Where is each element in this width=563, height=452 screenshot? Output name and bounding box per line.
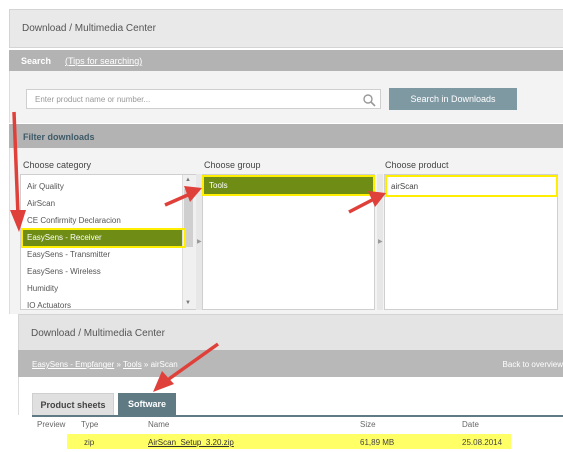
breadcrumb-link-group[interactable]: Tools	[123, 360, 142, 369]
page-title: Download / Multimedia Center	[22, 23, 156, 34]
file-size: 61,89 MB	[360, 438, 395, 447]
column-header-name: Name	[148, 420, 170, 429]
detail-header: Download / Multimedia Center	[18, 314, 563, 352]
filter-downloads-title: Filter downloads	[23, 132, 95, 142]
download-center-header: Download / Multimedia Center	[9, 9, 563, 48]
breadcrumb-separator: »	[114, 360, 124, 369]
detail-title: Download / Multimedia Center	[31, 328, 165, 339]
file-download-link[interactable]: AirScan_Setup_3.20.zip	[148, 438, 234, 447]
search-label: Search	[21, 56, 52, 66]
highlight-category	[21, 228, 186, 248]
search-input[interactable]	[26, 89, 381, 109]
category-item-easysens-transmitter[interactable]: EasySens - Transmitter	[27, 250, 110, 259]
category-item-airscan[interactable]: AirScan	[27, 199, 55, 208]
file-date: 25.08.2014	[462, 438, 503, 447]
tips-for-searching-link[interactable]: (Tips for searching)	[65, 56, 142, 66]
breadcrumb-current: airScan	[150, 360, 178, 369]
filter-downloads-bar: Filter downloads	[9, 124, 563, 148]
highlight-product	[385, 175, 558, 197]
category-item-io-actuators[interactable]: IO Actuators	[27, 301, 71, 309]
breadcrumb-bar: EasySens - Empfanger » Tools » airScan B…	[18, 350, 563, 377]
chevron-right-icon: ▶	[197, 239, 202, 245]
breadcrumb-separator: »	[141, 360, 151, 369]
scroll-down-icon[interactable]: ▼	[185, 300, 191, 306]
table-row[interactable]	[67, 434, 511, 449]
choose-product-heading: Choose product	[385, 160, 449, 170]
tab-product-sheets[interactable]: Product sheets	[32, 393, 114, 415]
search-icon[interactable]	[362, 93, 376, 107]
category-item-easysens-wireless[interactable]: EasySens - Wireless	[27, 267, 101, 276]
column-header-preview: Preview	[37, 420, 66, 429]
category-item-ce-declaration[interactable]: CE Confirmity Declaracion	[27, 216, 121, 225]
search-section-bar: Search (Tips for searching)	[9, 50, 563, 71]
column-header-size: Size	[360, 420, 376, 429]
tab-software[interactable]: Software	[118, 393, 176, 415]
category-item-humidity[interactable]: Humidity	[27, 284, 58, 293]
splitter-right[interactable]: ▶	[377, 174, 383, 310]
choose-category-heading: Choose category	[23, 160, 92, 170]
category-item-air-quality[interactable]: Air Quality	[27, 182, 64, 191]
highlight-group	[202, 175, 375, 196]
breadcrumb: EasySens - Empfanger » Tools » airScan	[32, 360, 178, 369]
search-in-downloads-button[interactable]: Search in Downloads	[389, 88, 517, 110]
choose-group-heading: Choose group	[204, 160, 261, 170]
scroll-up-icon[interactable]: ▲	[185, 177, 191, 183]
column-header-date: Date	[462, 420, 479, 429]
chevron-right-icon: ▶	[378, 239, 383, 245]
tab-underline	[32, 415, 563, 417]
column-header-type: Type	[81, 420, 99, 429]
breadcrumb-link-category[interactable]: EasySens - Empfanger	[32, 360, 114, 369]
back-to-overview-link[interactable]: Back to overview	[503, 360, 563, 369]
file-type: zip	[84, 438, 95, 447]
